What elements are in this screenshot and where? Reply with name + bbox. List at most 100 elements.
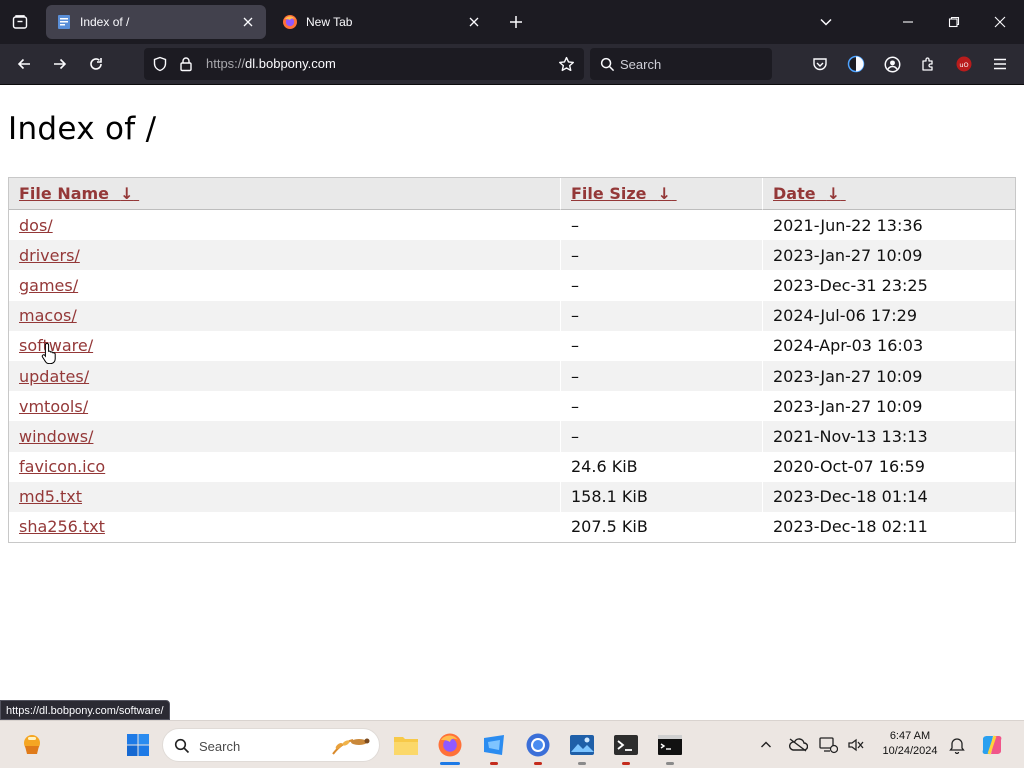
firefox-taskbar-button[interactable] xyxy=(434,729,466,761)
file-explorer-button[interactable] xyxy=(390,729,422,761)
photos-taskbar-button[interactable] xyxy=(566,729,598,761)
dark-reader-button[interactable] xyxy=(842,50,870,78)
show-hidden-icons-button[interactable] xyxy=(752,729,780,761)
navigation-toolbar: https://dl.bobpony.com uO xyxy=(0,44,1024,85)
clock-time: 6:47 AM xyxy=(889,730,931,742)
tab-index-of[interactable]: Index of / xyxy=(46,5,266,39)
taskbar-search-input[interactable] xyxy=(199,737,319,755)
ublock-icon: uO xyxy=(956,56,972,72)
close-tab-icon[interactable] xyxy=(240,14,256,30)
file-name-cell: windows/ xyxy=(9,421,560,452)
sort-by-date-link[interactable]: Date ↓ xyxy=(773,184,846,203)
search-input[interactable] xyxy=(620,54,760,74)
tab-new-tab[interactable]: New Tab xyxy=(272,5,492,39)
file-size-cell: – xyxy=(560,300,762,331)
forward-button[interactable] xyxy=(46,50,74,78)
table-row: macos/ –2024-Jul-06 17:29 xyxy=(9,300,1015,331)
firefox-view-button[interactable] xyxy=(6,8,34,36)
restore-button[interactable] xyxy=(940,8,968,36)
search-icon xyxy=(598,55,616,73)
running-app-indicator xyxy=(534,762,542,765)
file-name-cell: sha256.txt xyxy=(9,512,560,542)
cloud-offline-icon xyxy=(789,738,808,752)
bell-icon xyxy=(949,738,965,754)
address-bar[interactable]: https://dl.bobpony.com xyxy=(144,48,584,80)
file-size-cell: 158.1 KiB xyxy=(560,481,762,512)
app-launcher-button[interactable] xyxy=(478,729,510,761)
chrome-taskbar-button[interactable] xyxy=(522,729,554,761)
close-window-button[interactable] xyxy=(986,8,1014,36)
table-header-row: File Name ↓ File Size ↓ Date ↓ xyxy=(9,178,1015,210)
sort-arrow-icon: ↓ xyxy=(120,184,134,203)
active-app-indicator xyxy=(440,762,460,765)
minimize-button[interactable] xyxy=(894,8,922,36)
network-icon xyxy=(819,737,838,754)
menu-button[interactable] xyxy=(986,50,1014,78)
url-host: dl.bobpony.com xyxy=(245,56,336,71)
chevron-up-icon xyxy=(761,741,771,748)
reload-button[interactable] xyxy=(82,50,110,78)
url-scheme: https:// xyxy=(206,56,246,71)
speaker-muted-icon xyxy=(848,738,864,752)
console-taskbar-button[interactable] xyxy=(654,729,686,761)
url-text[interactable]: https://dl.bobpony.com xyxy=(206,56,336,71)
sort-arrow-icon: ↓ xyxy=(657,184,672,203)
chevron-down-icon xyxy=(820,18,832,26)
file-link[interactable]: drivers/ xyxy=(19,246,80,265)
file-link[interactable]: dos/ xyxy=(19,216,53,235)
volume-button[interactable] xyxy=(842,729,870,761)
file-name-cell: favicon.ico xyxy=(9,452,560,482)
file-link[interactable]: updates/ xyxy=(19,367,89,386)
ublock-button[interactable]: uO xyxy=(950,50,978,78)
taskbar-clock[interactable]: 6:47 AM 10/24/2024 xyxy=(874,729,946,759)
file-link[interactable]: windows/ xyxy=(19,427,93,446)
lock-icon[interactable] xyxy=(176,54,196,74)
browser-circle-icon xyxy=(526,733,550,757)
widgets-button[interactable] xyxy=(16,729,48,761)
file-link[interactable]: sha256.txt xyxy=(19,517,105,536)
table-row: vmtools/ –2023-Jan-27 10:09 xyxy=(9,391,1015,422)
file-link[interactable]: md5.txt xyxy=(19,487,82,506)
sort-by-name-link[interactable]: File Name ↓ xyxy=(19,184,139,203)
terminal-taskbar-button[interactable] xyxy=(610,729,642,761)
file-size-cell: – xyxy=(560,210,762,241)
taskbar-search[interactable] xyxy=(162,728,380,762)
file-link[interactable]: games/ xyxy=(19,276,78,295)
file-date-cell: 2023-Dec-18 02:11 xyxy=(762,511,1015,543)
network-button[interactable] xyxy=(814,729,842,761)
notifications-button[interactable] xyxy=(944,729,970,761)
firefox-icon xyxy=(438,733,462,757)
search-bar[interactable] xyxy=(590,48,772,80)
search-icon xyxy=(173,737,191,755)
app-blue-icon xyxy=(484,735,504,755)
account-button[interactable] xyxy=(878,50,906,78)
pocket-button[interactable] xyxy=(806,50,834,78)
file-link[interactable]: macos/ xyxy=(19,306,77,325)
folder-icon xyxy=(394,737,418,755)
extensions-button[interactable] xyxy=(914,50,942,78)
bookmark-star-icon[interactable] xyxy=(556,54,576,74)
contrast-icon xyxy=(847,55,865,73)
column-label: File Size xyxy=(571,184,647,203)
file-name-cell: macos/ xyxy=(9,300,560,331)
copilot-button[interactable] xyxy=(976,729,1008,761)
restore-icon xyxy=(948,16,960,28)
onedrive-button[interactable] xyxy=(784,729,812,761)
start-button[interactable] xyxy=(122,729,154,761)
hamburger-menu-icon xyxy=(994,58,1006,70)
running-app-indicator xyxy=(622,762,630,765)
new-tab-button[interactable] xyxy=(502,8,530,36)
sort-arrow-icon: ↓ xyxy=(826,184,841,203)
file-link[interactable]: vmtools/ xyxy=(19,397,88,416)
table-row: drivers/ –2023-Jan-27 10:09 xyxy=(9,240,1015,271)
tracking-protection-icon[interactable] xyxy=(150,54,170,74)
file-name-cell: dos/ xyxy=(9,210,560,240)
hand-pointer-cursor-icon xyxy=(41,342,56,364)
file-link[interactable]: favicon.ico xyxy=(19,457,105,476)
back-button[interactable] xyxy=(10,50,38,78)
svg-text:uO: uO xyxy=(959,61,968,69)
list-all-tabs-button[interactable] xyxy=(812,8,840,36)
sort-by-size-link[interactable]: File Size ↓ xyxy=(571,184,677,203)
file-date-cell: 2023-Jan-27 10:09 xyxy=(762,240,1015,271)
close-tab-icon[interactable] xyxy=(466,14,482,30)
